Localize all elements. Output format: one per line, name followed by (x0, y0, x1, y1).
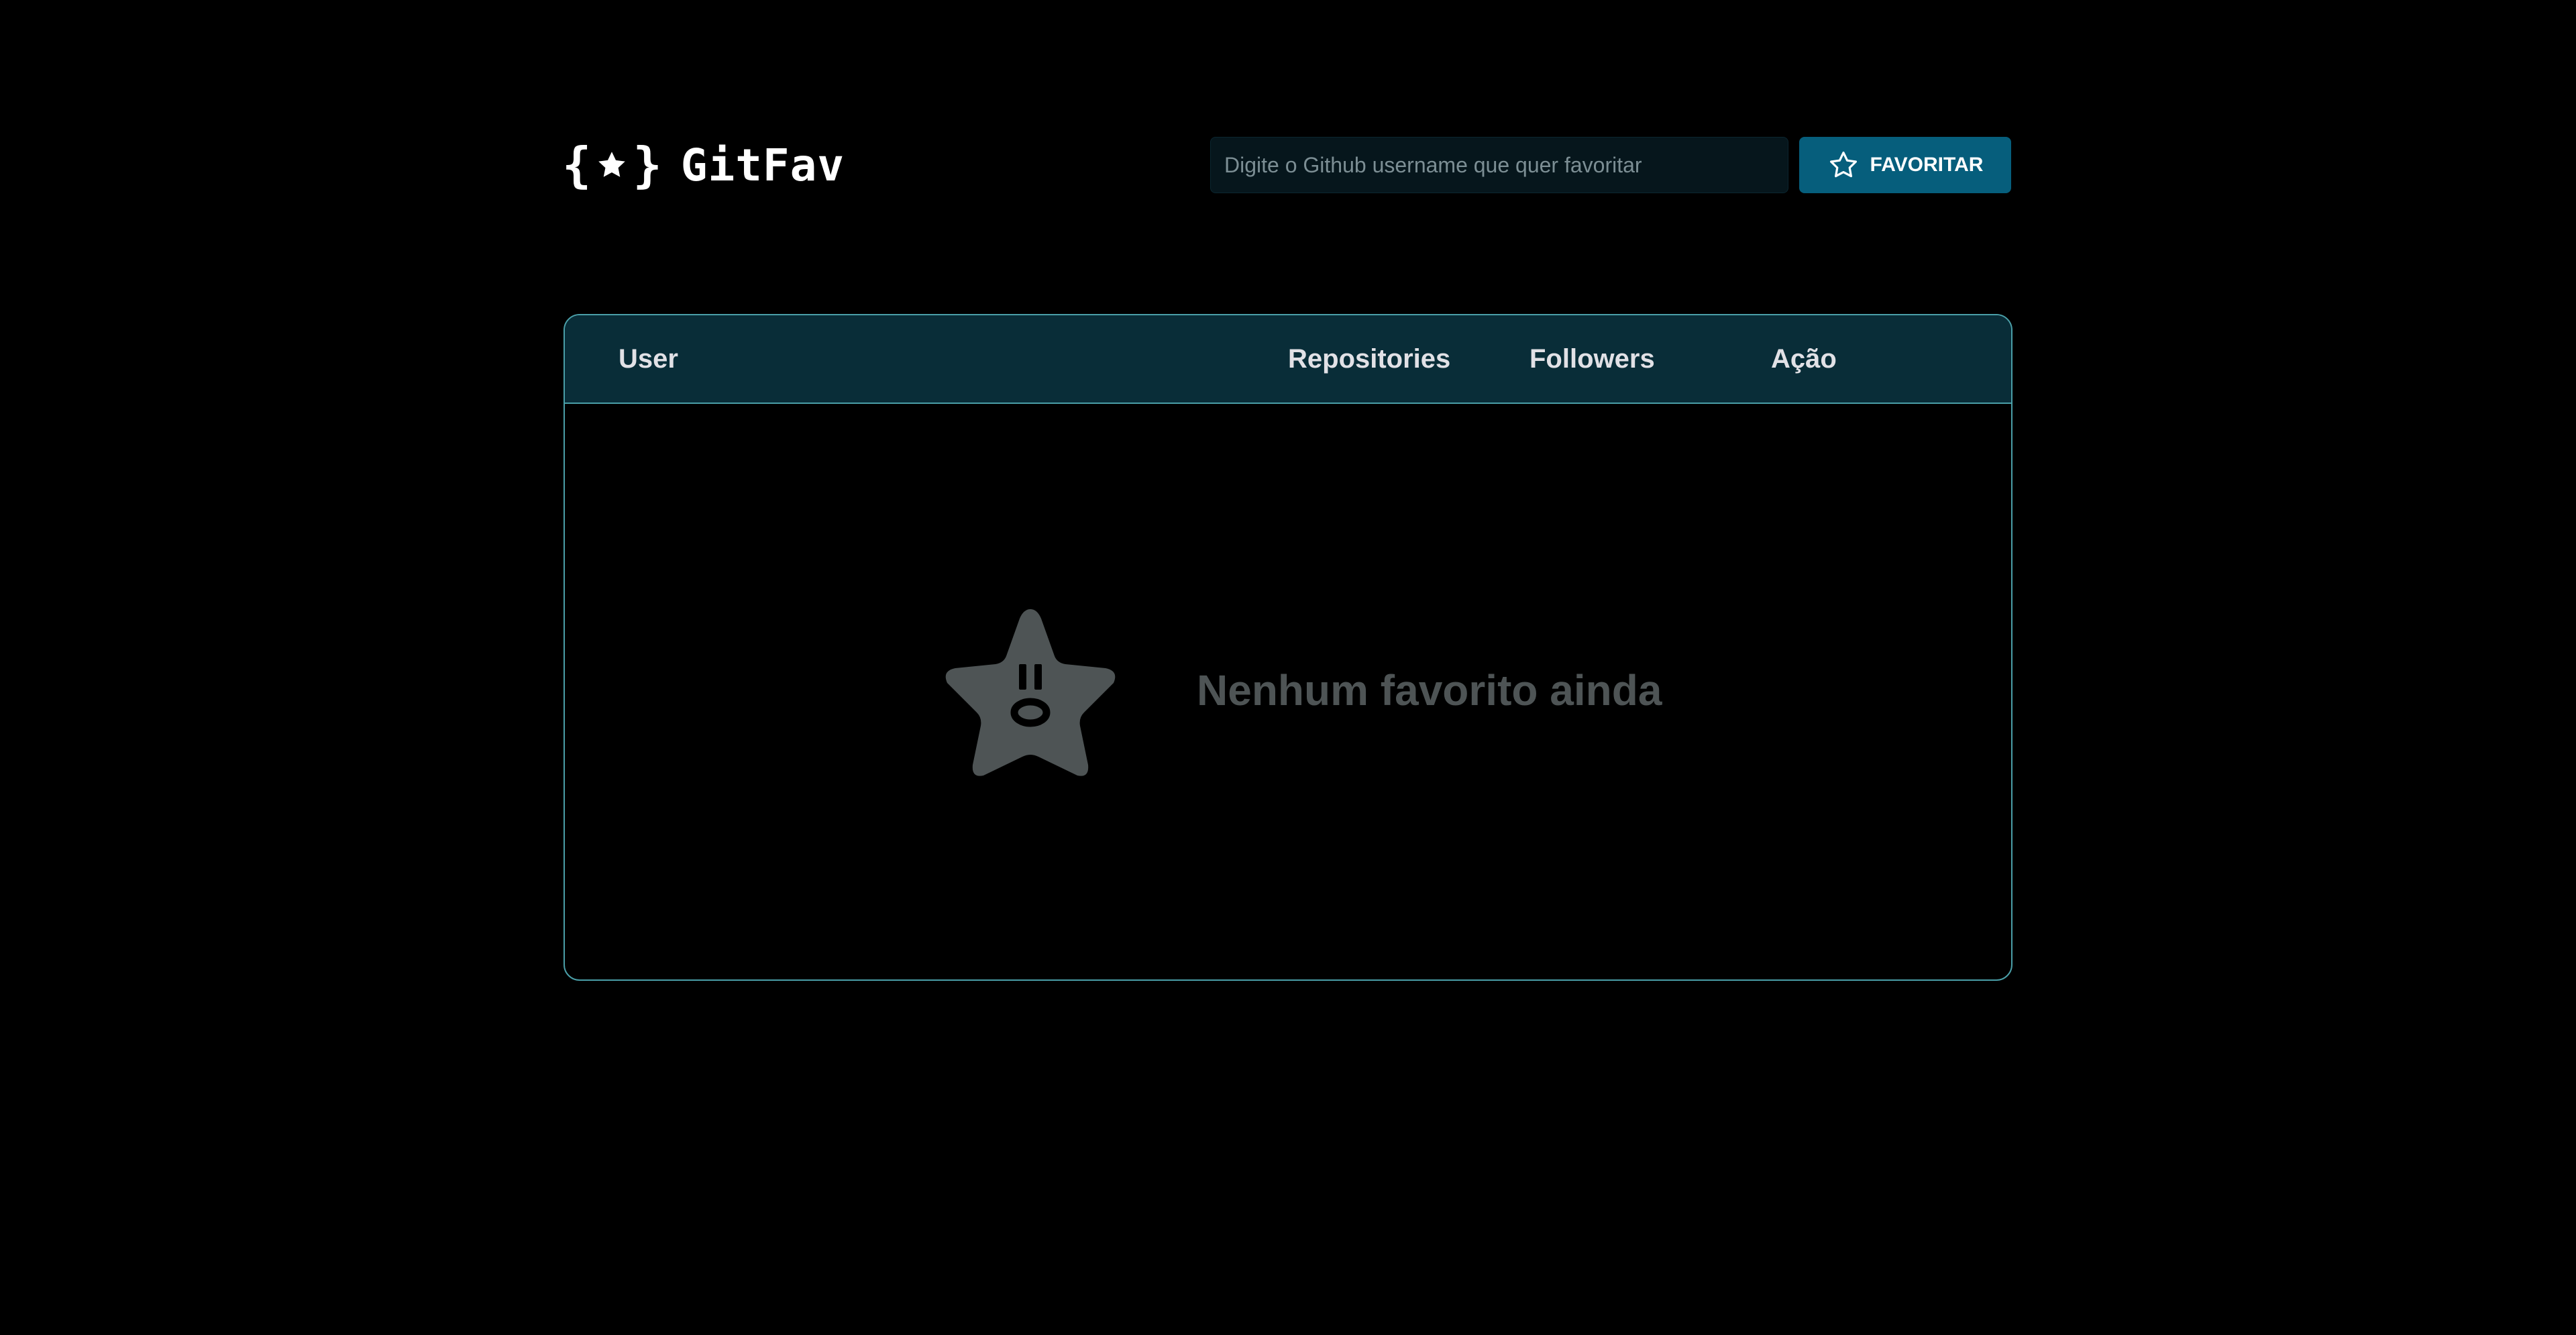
column-header-followers: Followers (1529, 344, 1655, 374)
favorites-table: User Repositories Followers Ação Nenhum … (564, 314, 2012, 981)
search-bar: FAVORITAR (1210, 137, 2011, 193)
column-header-user: User (619, 344, 678, 374)
header: { } GitFav FAVORITAR (562, 137, 2012, 193)
star-outline-icon (1827, 149, 1860, 181)
column-header-action: Ação (1771, 344, 1837, 374)
empty-state-message: Nenhum favorito ainda (1197, 666, 1662, 714)
logo-text: GitFav (680, 139, 845, 191)
favoritar-button[interactable]: FAVORITAR (1799, 137, 2011, 193)
sad-star-icon (945, 609, 1116, 776)
logo: { } GitFav (562, 137, 845, 193)
table-header: User Repositories Followers Ação (565, 315, 2011, 404)
app-root: { } GitFav FAVORITAR User Re (0, 0, 2576, 1335)
username-search-input[interactable] (1210, 137, 1788, 193)
favoritar-button-label: FAVORITAR (1870, 154, 1984, 176)
star-in-braces-icon: { } (562, 137, 662, 193)
empty-state: Nenhum favorito ainda (565, 404, 2011, 979)
column-header-repositories: Repositories (1288, 344, 1451, 374)
